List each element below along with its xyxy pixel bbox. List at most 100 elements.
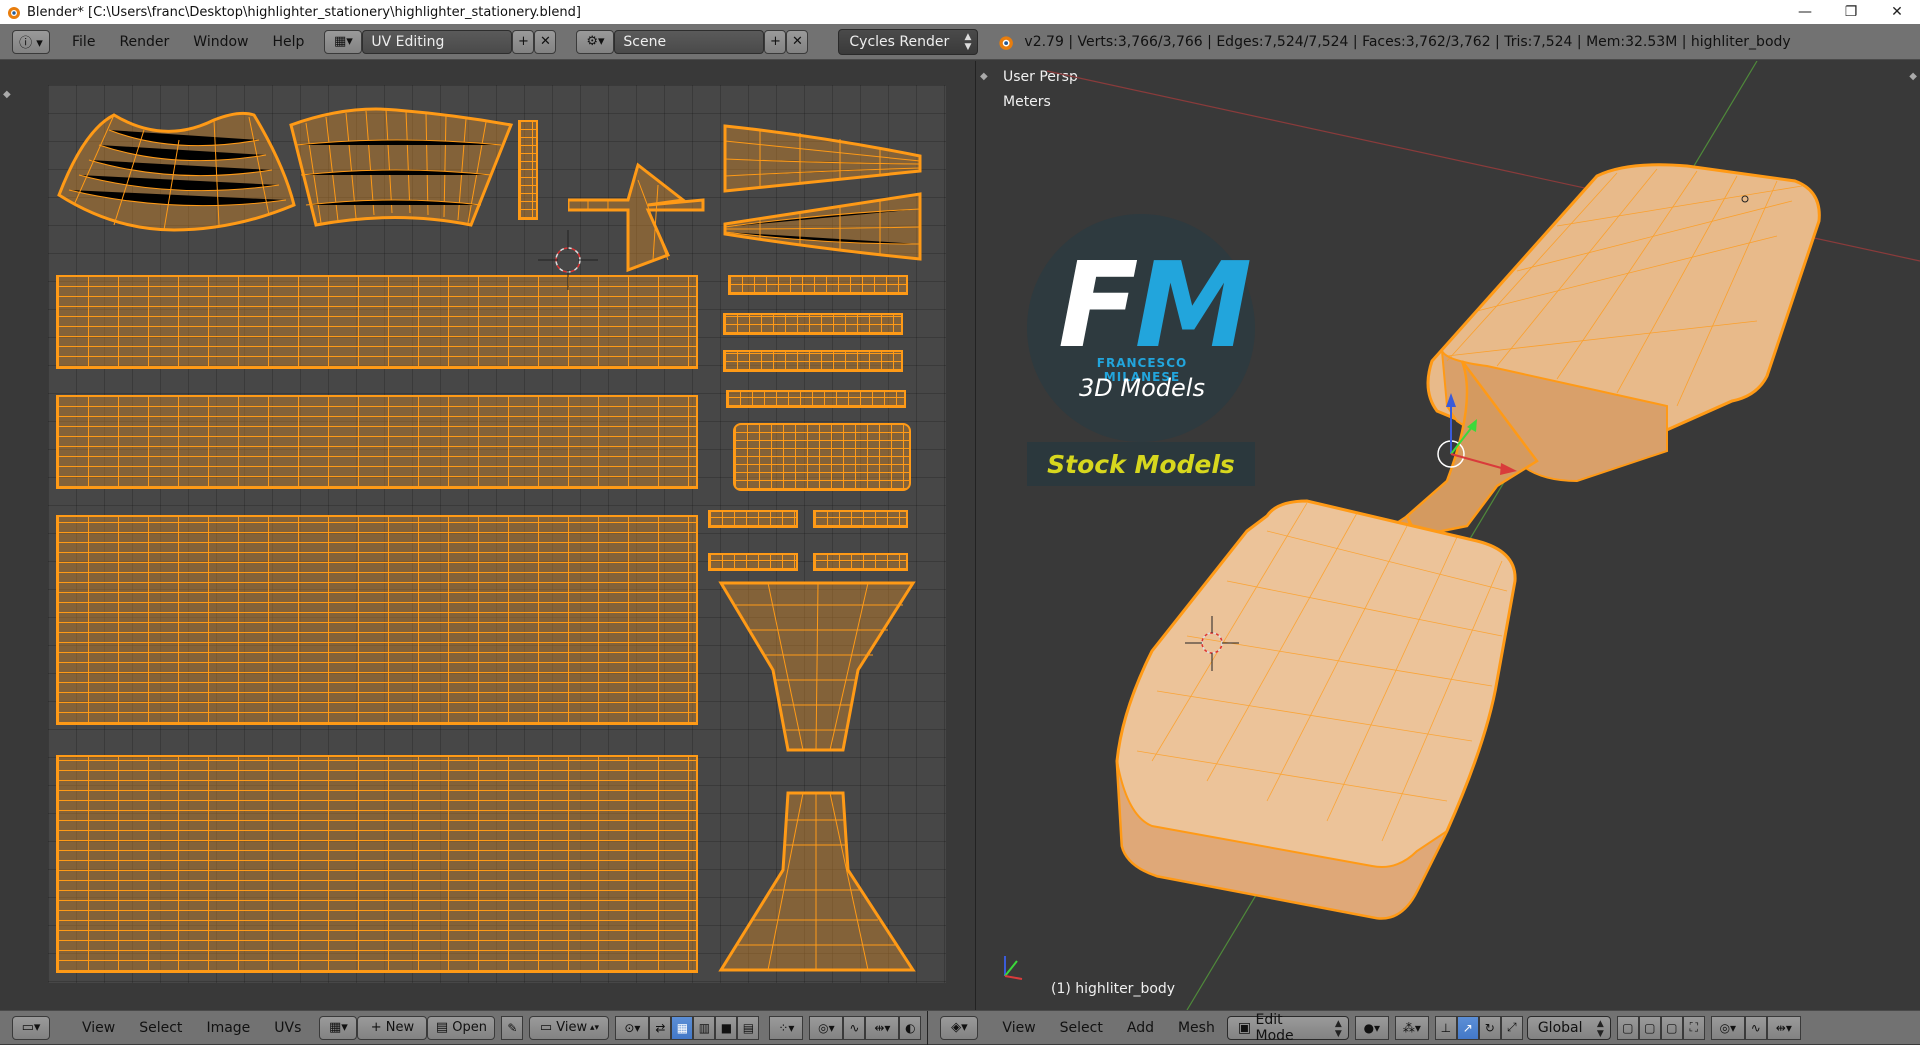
maximize-button[interactable]: ❐ <box>1828 0 1874 24</box>
add-layout-button[interactable]: + <box>512 29 535 54</box>
menu-file[interactable]: File <box>60 30 107 54</box>
uv-editor-type-button[interactable]: ▭▾ <box>12 1015 50 1040</box>
translate-manipulator-icon[interactable]: ↗ <box>1456 1015 1479 1040</box>
vp-menu-view[interactable]: View <box>990 1016 1047 1040</box>
uv-island-body-strip-3[interactable] <box>56 515 698 725</box>
uv-island-band-2[interactable] <box>723 313 903 335</box>
open-image-label: Open <box>452 1020 487 1035</box>
render-engine-dropdown[interactable]: Cycles Render ▲ ▼ <box>838 28 979 55</box>
transform-orientation-dropdown[interactable]: Global ▲ ▼ <box>1526 1015 1611 1040</box>
edge-select-icon[interactable]: ▥ <box>693 1015 716 1040</box>
vertex-select-icon[interactable]: ▦ <box>671 1015 694 1040</box>
vp-snap-icon[interactable]: ∿ <box>1744 1015 1767 1040</box>
uv-island-cap-ring-4[interactable] <box>813 553 908 571</box>
menu-render[interactable]: Render <box>107 30 181 54</box>
updown-arrows-icon: ▲ ▼ <box>964 31 972 52</box>
proportional-edit-icon[interactable]: ◎▾ <box>809 1015 844 1040</box>
uv-menu-select[interactable]: Select <box>127 1016 194 1040</box>
updown-arrows-icon: ▲ ▼ <box>1596 1018 1604 1039</box>
scene-statistics: v2.79 | Verts:3,766/3,766 | Edges:7,524/… <box>1024 33 1791 50</box>
pivot-point-icon[interactable]: ⊙▾ <box>615 1015 650 1040</box>
interaction-mode-dropdown[interactable]: ▣ Edit Mode ▲ ▼ <box>1226 1012 1349 1044</box>
highlighter-body-mesh <box>1115 499 1517 920</box>
viewport-editor-type-button[interactable]: ◈▾ <box>940 1015 979 1040</box>
menu-window[interactable]: Window <box>181 30 260 54</box>
uv-island-funnel-bottom[interactable] <box>718 790 918 975</box>
uv-island-funnel-top[interactable] <box>718 580 918 760</box>
uv-island-cap-ring-3[interactable] <box>708 553 798 571</box>
close-window-button[interactable]: ✕ <box>1874 0 1920 24</box>
sync-selection-icon[interactable]: ⇄ <box>649 1015 672 1040</box>
vp-snap-element-icon[interactable]: ⇹▾ <box>1766 1015 1801 1040</box>
plus-icon: + <box>769 34 781 49</box>
uv-island-cap-curved[interactable] <box>54 105 304 235</box>
uv-island-taper-bottom[interactable] <box>720 189 925 264</box>
pin-image-icon[interactable]: ✎ <box>501 1015 524 1040</box>
sticky-selection-icon[interactable]: ⁘▾ <box>769 1015 804 1040</box>
vp-proportional-edit-icon[interactable]: ◎▾ <box>1710 1015 1745 1040</box>
delete-layout-button[interactable]: ✕ <box>534 29 557 54</box>
vp-menu-select[interactable]: Select <box>1048 1016 1115 1040</box>
viewport-shading-icon[interactable]: ●▾ <box>1354 1015 1389 1040</box>
uv-menu-uvs[interactable]: UVs <box>262 1016 313 1040</box>
layer-icon-3[interactable]: ▢ <box>1660 1015 1683 1040</box>
scene-field[interactable]: Scene <box>614 29 765 54</box>
interaction-mode-value: Edit Mode <box>1255 1011 1294 1044</box>
manipulator-toggle-icon[interactable]: ⊥ <box>1434 1015 1457 1040</box>
uv-island-band-3[interactable] <box>723 350 903 372</box>
open-image-button[interactable]: ▤ Open <box>427 1015 496 1040</box>
image-view-mode-dropdown[interactable]: ▭ View ▴▾ <box>529 1015 610 1040</box>
screen-layout-browse-button[interactable]: ▦▾ <box>324 29 363 54</box>
uv-island-body-strip-4[interactable] <box>56 755 698 973</box>
blender-logo-icon <box>999 35 1014 50</box>
snap-element-icon[interactable]: ⇹▾ <box>865 1015 900 1040</box>
minimize-button[interactable]: — <box>1782 0 1828 24</box>
snap-icon[interactable]: ∿ <box>843 1015 866 1040</box>
layer-icon-1[interactable]: ▢ <box>1616 1015 1639 1040</box>
updown-arrows-icon: ▲ ▼ <box>1334 1018 1342 1039</box>
editor-divider[interactable] <box>927 1010 929 1045</box>
3d-viewport[interactable]: ◆ ◆ User Persp Meters (1) highliter_body <box>977 61 1920 1010</box>
viewport-scene[interactable] <box>977 61 1920 1010</box>
pivot-center-icon[interactable]: ⁂▾ <box>1394 1015 1429 1040</box>
edit-mode-icon: ▣ <box>1237 1019 1256 1036</box>
vp-menu-add[interactable]: Add <box>1115 1016 1166 1040</box>
uv-image-editor[interactable]: ◆ <box>0 61 976 1010</box>
uv-island-cap-ring-2[interactable] <box>813 510 908 528</box>
uv-menu-view[interactable]: View <box>70 1016 127 1040</box>
uv-island-body-strip-2[interactable] <box>56 395 698 489</box>
occlude-geometry-icon[interactable]: ⛶ <box>1682 1015 1705 1040</box>
image-browse-button[interactable]: ▦▾ <box>319 1015 358 1040</box>
menu-help[interactable]: Help <box>260 30 316 54</box>
new-image-button[interactable]: + New <box>357 1015 428 1040</box>
mini-axes-icon <box>1004 956 1023 980</box>
screen-layout-field[interactable]: UV Editing <box>362 29 513 54</box>
uv-canvas[interactable] <box>48 85 946 983</box>
scale-manipulator-icon[interactable]: ⤢ <box>1500 1015 1523 1040</box>
uv-island-cap-ring-1[interactable] <box>708 510 798 528</box>
uv-island-band-1[interactable] <box>728 275 908 295</box>
island-select-icon[interactable]: ▤ <box>737 1015 760 1040</box>
uv-island-taper-top[interactable] <box>720 121 925 196</box>
uv-island-strip-small[interactable] <box>518 120 538 220</box>
uv-2d-cursor-icon[interactable] <box>533 225 603 295</box>
transform-orientation-value: Global <box>1537 1019 1583 1036</box>
region-expand-left-icon[interactable]: ◆ <box>3 89 11 100</box>
uv-island-cap-body[interactable] <box>286 105 516 235</box>
plus-icon: + <box>370 1020 386 1035</box>
delete-scene-button[interactable]: ✕ <box>786 29 809 54</box>
bottom-headers: ▭▾ View Select Image UVs ▦▾ + New ▤ Open… <box>0 1010 1920 1045</box>
vp-menu-mesh[interactable]: Mesh <box>1166 1016 1227 1040</box>
add-scene-button[interactable]: + <box>764 29 787 54</box>
uv-island-band-4[interactable] <box>726 390 906 408</box>
active-channel-icon[interactable]: ◐ <box>899 1015 922 1040</box>
face-select-icon[interactable]: ■ <box>715 1015 738 1040</box>
logo-subtitle: 3D Models <box>1079 374 1205 402</box>
plus-icon: + <box>517 34 529 49</box>
layer-icon-2[interactable]: ▢ <box>1638 1015 1661 1040</box>
uv-island-clip[interactable] <box>733 423 911 491</box>
scene-browse-button[interactable]: ⚙▾ <box>576 29 615 54</box>
editor-type-info-button[interactable]: ⓘ ▾ <box>12 29 50 54</box>
rotate-manipulator-icon[interactable]: ↻ <box>1478 1015 1501 1040</box>
uv-menu-image[interactable]: Image <box>194 1016 262 1040</box>
